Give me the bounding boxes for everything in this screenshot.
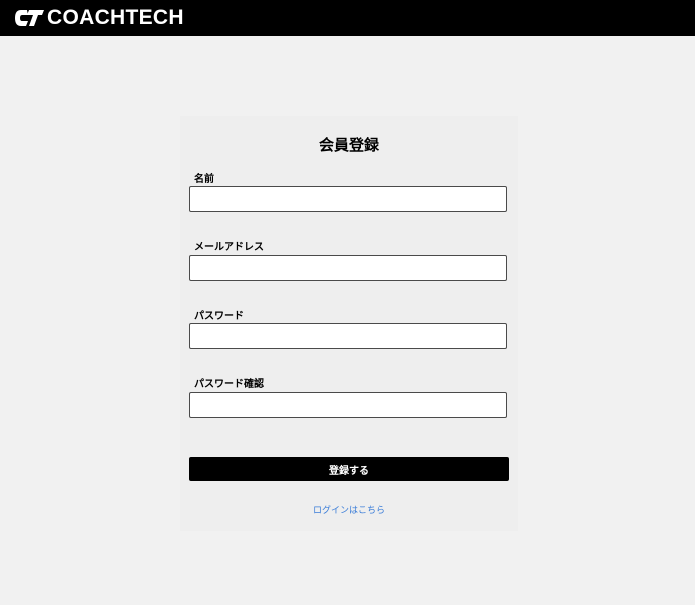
password-input[interactable] [189,323,507,349]
login-link[interactable]: ログインはこちら [180,503,518,516]
site-header: COACHTECH [0,0,695,36]
password-confirm-label: パスワード確認 [194,379,264,390]
register-button[interactable]: 登録する [189,457,509,481]
logo-text: COACHTECH [47,6,184,29]
name-label: 名前 [194,174,214,185]
page-title: 会員登録 [318,136,379,154]
register-form-card: 会員登録 名前 メールアドレス パスワード パスワード確認 登録する ログインは… [180,116,518,531]
name-input[interactable] [189,186,507,212]
password-confirm-input[interactable] [189,392,507,418]
coachtech-logo[interactable]: COACHTECH [14,6,184,29]
email-label: メールアドレス [194,242,264,253]
ct-logo-icon [15,10,44,26]
password-label: パスワード [194,311,244,322]
email-input[interactable] [189,255,507,281]
